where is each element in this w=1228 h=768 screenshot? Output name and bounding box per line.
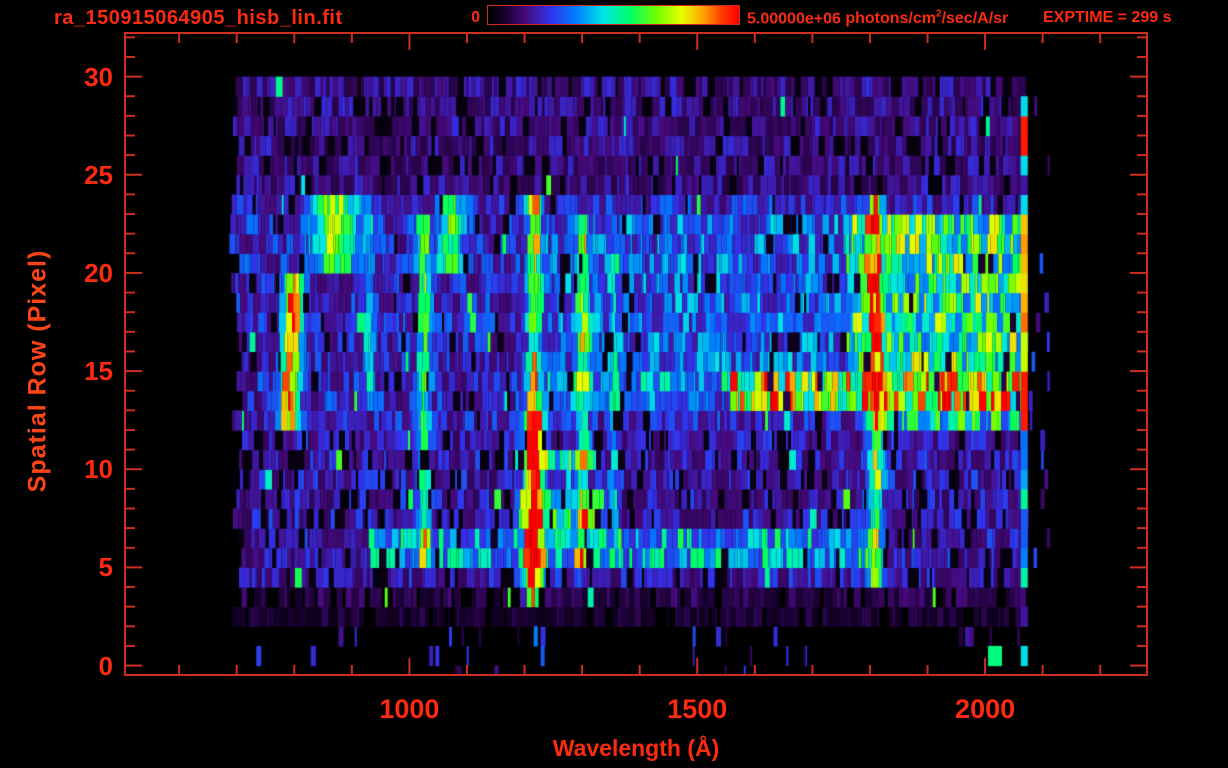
y-tick-label: 25: [84, 159, 113, 190]
y-tick-label: 0: [98, 650, 113, 681]
x-tick-label: 1500: [667, 694, 728, 724]
x-tick-label: 1000: [379, 694, 440, 724]
y-tick-label: 15: [84, 356, 113, 387]
y-tick-label: 5: [98, 552, 113, 583]
y-tick-label: 10: [84, 454, 113, 485]
fits-viewer-window: ra_150915064905_hisb_lin.fit 0 5.00000e+…: [0, 0, 1228, 768]
axes-overlay: [124, 32, 1148, 676]
x-axis-label: Wavelength (Å): [552, 735, 720, 761]
x-tick-label: 2000: [955, 694, 1016, 724]
y-axis-label: Spatial Row (Pixel): [23, 249, 52, 493]
plot-box-border: [124, 32, 1148, 676]
y-tick-label: 20: [84, 257, 113, 288]
y-tick-label: 30: [84, 61, 113, 92]
